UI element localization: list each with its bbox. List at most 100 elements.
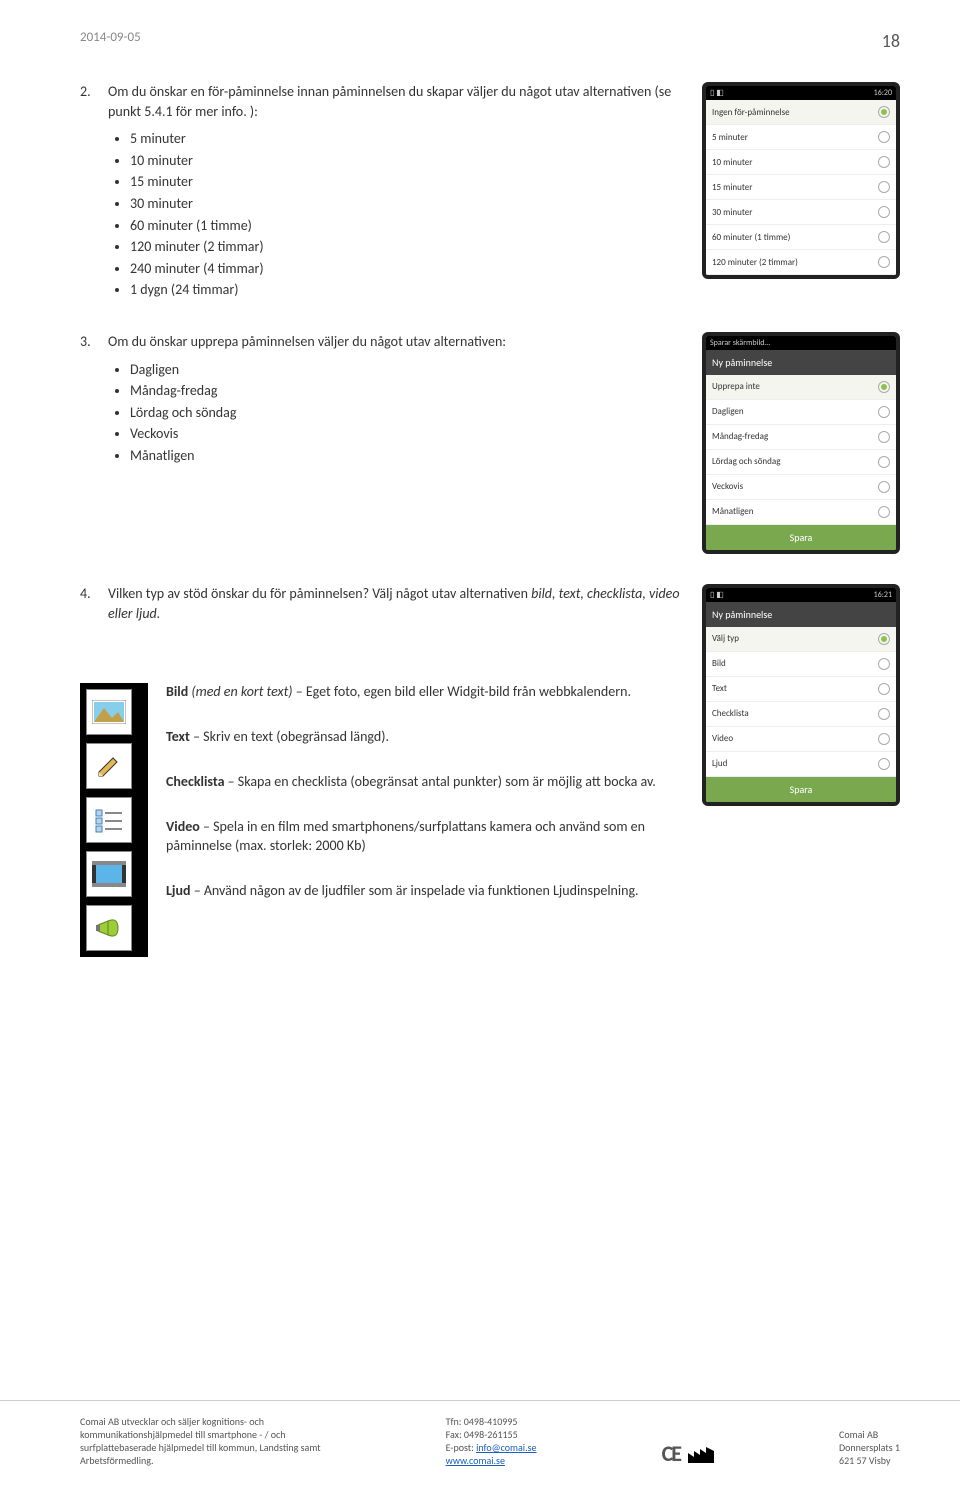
bullet: 15 minuter (130, 172, 682, 192)
num-4: 4. (80, 584, 98, 623)
option-row[interactable]: Lördag och söndag (706, 450, 896, 475)
desc-column: Bild (med en kort text) – Eget foto, ege… (166, 683, 682, 926)
option-row[interactable]: 30 minuter (706, 200, 896, 225)
page-number: 18 (882, 30, 900, 52)
desc-video: Video – Spela in en film med smartphonen… (166, 818, 682, 856)
bullet: Dagligen (130, 360, 682, 380)
radio-icon (878, 431, 890, 443)
opt-label: Månatligen (712, 506, 753, 517)
desc-text-b: Text (166, 728, 190, 745)
bullet: 120 minuter (2 timmar) (130, 237, 682, 257)
desc-text: Text – Skriv en text (obegränsad längd). (166, 728, 682, 747)
phone-screen: Sparar skärmbild… Ny påminnelse Upprepa … (706, 336, 896, 550)
opt-label: Upprepa inte (712, 381, 760, 392)
option-row[interactable]: Månatligen (706, 500, 896, 525)
saving-label: Sparar skärmbild… (710, 338, 770, 348)
radio-icon (878, 733, 890, 745)
bullet: Månatligen (130, 446, 682, 466)
bullet: Veckovis (130, 424, 682, 444)
footer-line: Donnersplats 1 (839, 1441, 900, 1454)
bullet: 1 dygn (24 timmar) (130, 280, 682, 300)
clock: 16:20 (874, 88, 892, 98)
phone-screen: ▯ ◧16:21 Ny påminnelse Välj typ Bild Tex… (706, 588, 896, 802)
phone-screen: ▯ ◧16:20 Ingen för-påminnelse 5 minuter … (706, 86, 896, 275)
desc-ljud: Ljud – Använd någon av de ljudfiler som … (166, 882, 682, 901)
opt-label: Video (712, 733, 733, 744)
section-4-text: 4. Vilken typ av stöd önskar du för påmi… (80, 584, 682, 957)
image-icon (86, 689, 132, 735)
desc-text-t: – Skriv en text (obegränsad längd). (190, 728, 389, 745)
page: 2014-09-05 18 2. Om du önskar en för-påm… (0, 0, 960, 1400)
opt-label: Måndag-fredag (712, 431, 768, 442)
footer-left: Comai AB utvecklar och säljer kognitions… (80, 1415, 321, 1467)
option-row[interactable]: 15 minuter (706, 175, 896, 200)
footer-line: Tfn: 0498-410995 (446, 1415, 537, 1428)
icon-descriptions: Bild (med en kort text) – Eget foto, ege… (80, 683, 682, 957)
radio-icon (878, 658, 890, 670)
option-row[interactable]: Måndag-fredag (706, 425, 896, 450)
desc-check-b: Checklista (166, 773, 224, 790)
desc-ljud-t: – Använd någon av de ljudfiler som är in… (191, 882, 639, 899)
desc-bild-b: Bild (166, 683, 191, 700)
option-row[interactable]: Välj typ (706, 627, 896, 652)
section-2-body: Om du önskar en för-påminnelse innan påm… (108, 82, 682, 121)
radio-icon (878, 206, 890, 218)
option-row[interactable]: Upprepa inte (706, 375, 896, 400)
section-4-body: Vilken typ av stöd önskar du för påminne… (108, 584, 682, 623)
opt-label: Ljud (712, 758, 727, 769)
option-row[interactable]: Ljud (706, 752, 896, 777)
option-row[interactable]: 5 minuter (706, 125, 896, 150)
option-row[interactable]: Checklista (706, 702, 896, 727)
opt-label: Välj typ (712, 633, 739, 644)
megaphone-icon (86, 905, 132, 951)
phone-screenshot-2: Sparar skärmbild… Ny påminnelse Upprepa … (702, 332, 900, 554)
opt-label: Text (712, 683, 727, 694)
desc-check: Checklista – Skapa en checklista (obegrä… (166, 773, 682, 792)
status-bar: ▯ ◧16:20 (706, 86, 896, 100)
checklist-icon (86, 797, 132, 843)
bullet: 240 minuter (4 timmar) (130, 259, 682, 279)
radio-on-icon (878, 633, 890, 645)
option-row[interactable]: 10 minuter (706, 150, 896, 175)
opt-label: Ingen för-påminnelse (712, 107, 790, 118)
radio-icon (878, 131, 890, 143)
opt-label: 5 minuter (712, 132, 748, 143)
bullet: 60 minuter (1 timme) (130, 216, 682, 236)
section-4-row: 4. Vilken typ av stöd önskar du för påmi… (80, 584, 900, 957)
footer-line: Fax: 0498-261155 (446, 1428, 537, 1441)
desc-bild-i: (med en kort text) (191, 683, 292, 700)
phone-title: Ny påminnelse (706, 350, 896, 375)
save-button[interactable]: Spara (706, 777, 896, 802)
option-row[interactable]: Video (706, 727, 896, 752)
radio-icon (878, 708, 890, 720)
option-row[interactable]: Bild (706, 652, 896, 677)
footer-ce: CE (662, 1440, 714, 1467)
section-2-row: 2. Om du önskar en för-påminnelse innan … (80, 82, 900, 302)
factory-icon (688, 1445, 714, 1463)
radio-icon (878, 231, 890, 243)
option-row[interactable]: Dagligen (706, 400, 896, 425)
section-4-heading: 4. Vilken typ av stöd önskar du för påmi… (80, 584, 682, 623)
option-row[interactable]: 120 minuter (2 timmar) (706, 250, 896, 275)
save-button[interactable]: Spara (706, 525, 896, 550)
option-row[interactable]: Ingen för-påminnelse (706, 100, 896, 125)
email-link[interactable]: info@comai.se (476, 1441, 536, 1454)
option-row[interactable]: 60 minuter (1 timme) (706, 225, 896, 250)
opt-label: Lördag och söndag (712, 456, 780, 467)
desc-bild: Bild (med en kort text) – Eget foto, ege… (166, 683, 682, 702)
bullet: Lördag och söndag (130, 403, 682, 423)
option-row[interactable]: Veckovis (706, 475, 896, 500)
radio-on-icon (878, 106, 890, 118)
website-link[interactable]: www.comai.se (446, 1454, 505, 1467)
section-3-bullets: Dagligen Måndag-fredag Lördag och söndag… (130, 360, 682, 466)
bullet: 10 minuter (130, 151, 682, 171)
footer-line: Arbetsförmedling. (80, 1454, 321, 1467)
option-row[interactable]: Text (706, 677, 896, 702)
footer-mid: Tfn: 0498-410995 Fax: 0498-261155 E-post… (446, 1415, 537, 1467)
section-3-body: Om du önskar upprepa påminnelsen väljer … (108, 332, 506, 352)
footer-line: Comai AB utvecklar och säljer kognitions… (80, 1415, 321, 1428)
section-2-bullets: 5 minuter 10 minuter 15 minuter 30 minut… (130, 129, 682, 300)
footer-label: E-post: (446, 1441, 476, 1454)
pencil-icon (86, 743, 132, 789)
opt-label: Bild (712, 658, 726, 669)
